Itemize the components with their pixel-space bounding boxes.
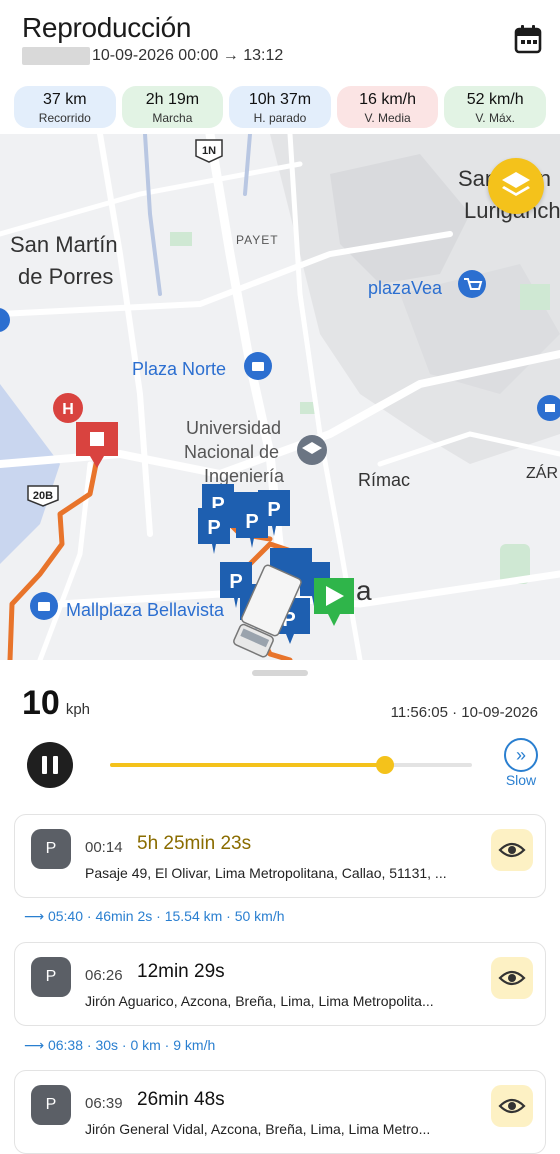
svg-text:P: P [245, 511, 258, 533]
view-stop-button[interactable] [491, 829, 533, 871]
device-name-redacted [22, 47, 90, 65]
map-label-uni-2: Nacional de [184, 442, 279, 462]
eye-icon [498, 1098, 526, 1114]
segment-info: ⟶ 06:38 · 30s · 0 km · 9 km/h [24, 1037, 216, 1053]
speed-unit: kph [65, 701, 91, 718]
svg-text:H: H [62, 401, 74, 418]
stop-duration: 26min 48s [137, 1089, 225, 1110]
arrow-right-icon: ⟶ [24, 1037, 48, 1053]
stop-address: Jirón Aguarico, Azcona, Breña, Lima, Lim… [85, 993, 434, 1009]
hospital-pin[interactable]: H [53, 393, 83, 423]
map-label-san-martin-2: de Porres [18, 264, 113, 289]
playback-slider[interactable] [110, 756, 472, 774]
eye-icon [498, 842, 526, 858]
map-label-lima: a [356, 575, 372, 606]
stat-avg-speed: 16 km/h V. Media [336, 86, 439, 128]
route-start-marker[interactable] [314, 578, 354, 626]
school-pin-uni[interactable] [297, 435, 327, 465]
cart-pin-plaza-vea[interactable] [458, 270, 486, 298]
slider-fill [110, 763, 386, 767]
map-label-payet: PAYET [236, 233, 279, 247]
parking-badge: P [31, 957, 71, 997]
stat-moving-time: 2h 19m Marcha [121, 86, 224, 128]
svg-text:P: P [267, 499, 280, 521]
parking-badge: P [31, 829, 71, 869]
stop-card[interactable]: P 06:39 26min 48s Jirón General Vidal, A… [14, 1070, 546, 1154]
parking-badge: P [31, 1085, 71, 1125]
map-label-san-martin-1: San Martín [10, 232, 118, 257]
eye-icon [498, 970, 526, 986]
segment-info: ⟶ 05:40 · 46min 2s · 15.54 km · 50 km/h [24, 908, 285, 924]
current-speed: 10 kph [22, 684, 91, 722]
stat-distance: 37 km Recorrido [14, 86, 116, 128]
map-label-zarate: ZÁR [526, 463, 558, 482]
svg-text:P: P [207, 517, 220, 539]
playback-timestamp: 11:56:05 · 10-09-2026 [390, 704, 538, 721]
map-canvas[interactable]: 1N 20B San Martín de Porres PAYET Plaza … [0, 134, 560, 660]
shop-pin-plaza-norte[interactable] [244, 352, 272, 380]
header: Reproducción 10-09-2026 00:00 → 13:12 [0, 0, 560, 84]
stop-card[interactable]: P 06:26 12min 29s Jirón Aguarico, Azcona… [14, 942, 546, 1026]
stop-time: 06:26 [85, 967, 123, 984]
map-label-plaza-norte: Plaza Norte [132, 359, 226, 379]
stop-address: Pasaje 49, El Olivar, Lima Metropolitana… [85, 865, 447, 881]
layers-icon [502, 172, 530, 196]
date-range-row: 10-09-2026 00:00 → 13:12 [22, 46, 283, 66]
map-label-uni-3: Ingeniería [204, 466, 285, 486]
drag-handle[interactable] [252, 670, 308, 676]
layers-button[interactable] [488, 158, 544, 214]
arrow-right-icon: ⟶ [24, 908, 48, 924]
map-label-plaza-vea: plazaVea [368, 278, 443, 298]
shop-pin-mallplaza[interactable] [30, 592, 58, 620]
svg-text:1N: 1N [202, 145, 216, 157]
page-title: Reproducción [22, 12, 192, 43]
view-stop-button[interactable] [491, 1085, 533, 1127]
stop-card[interactable]: P 00:14 5h 25min 23s Pasaje 49, El Oliva… [14, 814, 546, 898]
stop-address: Jirón General Vidal, Azcona, Breña, Lima… [85, 1121, 431, 1137]
map-view[interactable]: 1N 20B San Martín de Porres PAYET Plaza … [0, 134, 560, 660]
svg-text:20B: 20B [33, 490, 53, 502]
date-range: 10-09-2026 00:00 → 13:12 [92, 47, 284, 64]
pause-button[interactable] [27, 742, 73, 788]
stop-duration: 12min 29s [137, 961, 225, 982]
stop-time: 06:39 [85, 1095, 123, 1112]
slider-knob[interactable] [376, 756, 395, 774]
map-label-uni-1: Universidad [186, 418, 281, 438]
fast-forward-icon[interactable]: » [504, 738, 538, 772]
stat-max-speed: 52 km/h V. Máx. [444, 86, 546, 128]
calendar-icon[interactable] [514, 24, 542, 54]
stop-duration: 5h 25min 23s [137, 833, 252, 854]
view-stop-button[interactable] [491, 957, 533, 999]
stop-time: 00:14 [85, 839, 123, 856]
map-label-mallplaza: Mallplaza Bellavista [66, 600, 225, 620]
speed-mode-label[interactable]: Slow [494, 772, 548, 788]
playback-panel: 10 kph 11:56:05 · 10-09-2026 » Slow P 00:… [0, 660, 560, 1154]
stats-bar: 37 km Recorrido 2h 19m Marcha 10h 37m H. pa… [14, 86, 546, 128]
map-label-rimac: Rímac [358, 470, 410, 490]
stat-stopped-time: 10h 37m H. parado [229, 86, 331, 128]
